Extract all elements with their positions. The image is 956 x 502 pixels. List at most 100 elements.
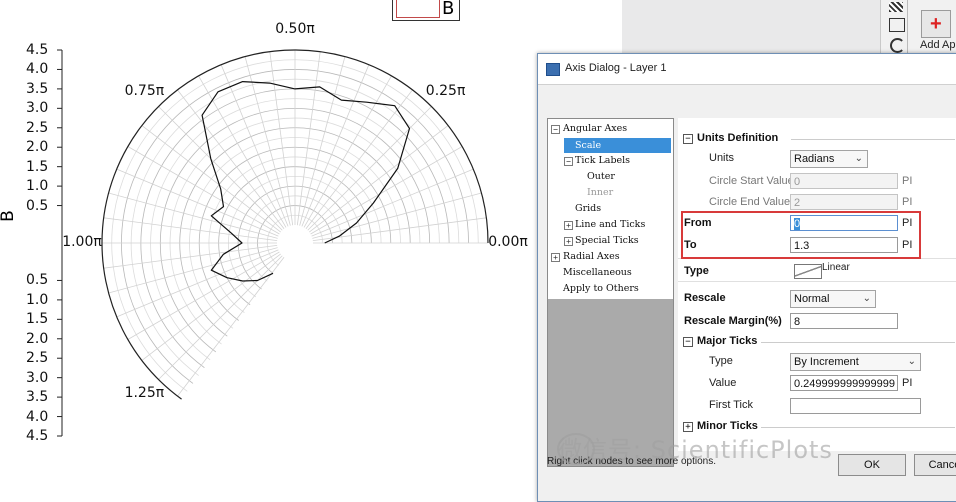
radial-tick-label: 2.5 (26, 350, 49, 367)
angular-grid-line (103, 217, 278, 242)
major-value-label: Value (709, 377, 737, 389)
refresh-icon[interactable] (890, 38, 905, 53)
dialog-titlebar[interactable]: Axis Dialog - Layer 1 (538, 54, 956, 85)
checker-icon[interactable] (889, 2, 903, 12)
dialog-title: Axis Dialog - Layer 1 (565, 62, 667, 74)
radial-tick-label: 1.5 (26, 158, 49, 175)
divider (761, 427, 955, 428)
radial-tick-label: 4.5 (26, 428, 49, 444)
rescale-select-value: Normal (794, 293, 830, 305)
linear-scale-icon[interactable] (794, 264, 822, 279)
expand-toggle-icon[interactable]: + (564, 237, 573, 246)
circle-end-input[interactable]: 2 (790, 194, 898, 210)
tree-item-apply-to-others[interactable]: Apply to Others (563, 283, 639, 294)
tree-item-radial-axes[interactable]: Radial Axes (563, 251, 620, 262)
angular-grid-line (127, 251, 280, 340)
radial-tick-label: 4.0 (26, 61, 49, 78)
tree-item-miscellaneous[interactable]: Miscellaneous (563, 267, 632, 278)
type-value[interactable]: Linear (822, 262, 850, 273)
legend: B (392, 0, 460, 21)
divider (678, 281, 956, 282)
major-type-select-value: By Increment (794, 356, 859, 368)
angular-tick-label: 1.25π (124, 384, 165, 401)
radial-tick-label: 0.5 (26, 272, 49, 289)
watermark-text: 微信号: ScientificPlots (558, 436, 833, 464)
rescale-select[interactable]: Normal ⌄ (790, 290, 876, 308)
polar-chart-svg (57, 49, 489, 437)
angular-grid-line (303, 75, 392, 228)
angular-grid-line (296, 51, 321, 226)
legend-label: B (442, 0, 455, 19)
rescale-label: Rescale (684, 292, 726, 304)
expand-toggle-icon[interactable]: + (564, 221, 573, 230)
angular-tick-label: 0.50π (275, 21, 315, 37)
angular-grid-line (269, 51, 294, 226)
tree-item-line-and-ticks[interactable]: Line and Ticks (575, 219, 645, 230)
add-app-icon[interactable]: + (921, 10, 951, 38)
angular-tick-label: 0.00π (488, 234, 528, 250)
radial-tick-label: 4.0 (26, 408, 49, 425)
app-toolbar-strip: + Add Ap (880, 0, 956, 60)
rescale-margin-input[interactable]: 8 (790, 313, 898, 329)
expand-toggle-icon[interactable]: − (564, 157, 573, 166)
expand-toggle-icon[interactable]: − (551, 125, 560, 134)
circle-start-input[interactable]: 0 (790, 173, 898, 189)
angular-grid-line (127, 146, 280, 235)
radial-tick-label: 0.5 (26, 197, 49, 214)
add-app-label[interactable]: Add Ap (920, 39, 955, 51)
units-select[interactable]: Radians ⌄ (790, 150, 868, 168)
major-value-input[interactable]: 0.249999999999999 (790, 375, 898, 391)
chevron-down-icon: ⌄ (907, 356, 916, 367)
units-definition-header: Units Definition (697, 132, 779, 144)
tree-item-outer[interactable]: Outer (587, 171, 615, 182)
plus-icon: + (930, 13, 942, 35)
tree-item-inner[interactable]: Inner (587, 187, 613, 198)
tree-item-special-ticks[interactable]: Special Ticks (575, 235, 639, 246)
polar-plot: B 4.5 4.0 3.5 3.0 2.5 2.0 1.5 1.0 0.5 0.5 1.0 1.5 2.… (0, 0, 540, 500)
pi-suffix: PI (902, 377, 913, 389)
major-type-select[interactable]: By Increment ⌄ (790, 353, 921, 371)
tree-list: − Angular Axes Scale − Tick Labels Outer… (548, 119, 673, 299)
angular-tick-label: 0.75π (124, 83, 165, 100)
y-axis-label: B (0, 210, 18, 222)
collapse-icon[interactable]: − (683, 134, 693, 144)
radial-tick-label: 2.5 (26, 119, 49, 136)
tree-item-tick-labels[interactable]: Tick Labels (575, 155, 630, 166)
grid-icon[interactable] (889, 18, 905, 32)
tree-item-scale[interactable]: Scale (575, 140, 601, 151)
dialog-app-icon (546, 63, 560, 76)
from-to-highlight-box (681, 211, 921, 259)
tree-item-grids[interactable]: Grids (575, 203, 601, 214)
circle-end-label: Circle End Value (709, 196, 791, 208)
rescale-margin-label: Rescale Margin(%) (684, 315, 782, 327)
radial-tick-label: 1.0 (26, 178, 49, 195)
type-label: Type (684, 265, 709, 277)
angular-tick-label: 1.00π (62, 234, 102, 250)
major-type-label: Type (709, 355, 733, 367)
major-ticks-header: Major Ticks (697, 335, 758, 347)
radial-tick-label: 2.0 (26, 330, 49, 347)
angular-grid-line (198, 75, 287, 228)
radial-tick-label: 3.0 (26, 100, 49, 117)
ok-button[interactable]: OK (838, 454, 906, 476)
legend-swatch (396, 0, 440, 18)
expand-toggle-icon[interactable]: + (551, 253, 560, 262)
chevron-down-icon: ⌄ (854, 153, 863, 164)
units-select-value: Radians (794, 153, 835, 165)
tree-item-angular-axes[interactable]: Angular Axes (563, 123, 627, 134)
first-tick-label: First Tick (709, 399, 753, 411)
divider (761, 342, 955, 343)
units-label: Units (709, 152, 735, 164)
radial-tick-label: 4.5 (26, 42, 49, 58)
radial-tick-label: 1.0 (26, 291, 49, 308)
settings-tree: − Angular Axes Scale − Tick Labels Outer… (547, 118, 674, 467)
pi-suffix: PI (902, 196, 913, 208)
collapse-icon[interactable]: − (683, 337, 693, 347)
cancel-button[interactable]: Cance (914, 454, 956, 476)
angular-grid-line (310, 146, 463, 235)
settings-panel: − Units Definition Units Radians ⌄ Circle… (678, 118, 956, 451)
first-tick-input[interactable] (790, 398, 921, 414)
circle-start-label: Circle Start Value (709, 175, 794, 187)
divider (791, 139, 955, 140)
chevron-down-icon: ⌄ (862, 293, 871, 304)
